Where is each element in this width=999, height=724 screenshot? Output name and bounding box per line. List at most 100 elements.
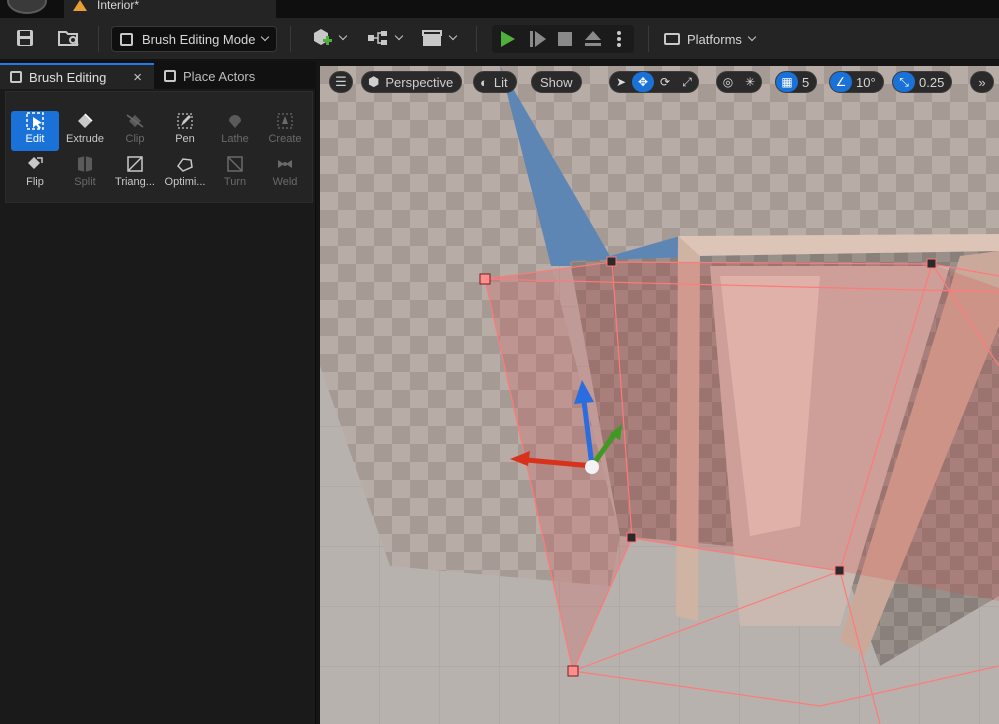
brush-mode-icon [120, 32, 133, 46]
toolbar-separator [98, 26, 99, 52]
blueprint-icon [367, 31, 387, 45]
turn-icon [211, 154, 259, 176]
cursor-icon [11, 111, 59, 133]
chevron-down-icon [261, 32, 270, 42]
tool-weld[interactable]: Weld [261, 154, 309, 194]
double-chevron-right-icon: » [978, 74, 986, 90]
lathe-icon [211, 111, 259, 133]
viewport-menu-button[interactable]: ☰ [329, 71, 353, 93]
warning-icon [73, 0, 87, 11]
brush-vertex[interactable] [606, 256, 617, 267]
brush-editing-panel: Brush Editing × Place Actors Edit Extrud… [0, 61, 316, 724]
translate-icon[interactable]: ✥ [632, 72, 654, 92]
grid-snap-value[interactable]: 5 [798, 75, 816, 90]
tool-lathe[interactable]: Lathe [211, 111, 259, 151]
viewport-more-button[interactable]: » [970, 71, 994, 93]
blueprints-button[interactable] [364, 24, 404, 52]
stop-icon[interactable] [558, 32, 572, 46]
scale-snap-icon[interactable]: ⤡ [893, 72, 915, 92]
tool-label: Lathe [221, 133, 249, 145]
brush-vertex[interactable] [479, 273, 491, 285]
content-browser-button[interactable] [56, 24, 82, 52]
eject-icon[interactable] [584, 29, 602, 47]
brush-vertex[interactable] [626, 532, 637, 543]
scale-snap-value[interactable]: 0.25 [915, 75, 951, 90]
chevron-down-icon [394, 31, 403, 41]
level-tab[interactable]: Interior* [64, 0, 276, 18]
lit-sphere-icon: ◐ [480, 74, 488, 90]
grid-snap-icon[interactable]: ▦ [776, 72, 798, 92]
hamburger-icon: ☰ [335, 74, 347, 89]
step-icon[interactable] [530, 31, 546, 47]
rotation-snap-value[interactable]: 10° [852, 75, 883, 90]
cinematics-button[interactable] [418, 24, 458, 52]
add-actor-button[interactable] [308, 24, 348, 52]
cube-icon: ⬢ [368, 74, 380, 89]
cube-add-icon [313, 29, 332, 45]
level-viewport[interactable]: ☰ ⬢ Perspective ◐ Lit Show ➤ ✥ ⟳ ⤢ ◎ ✳ ▦… [320, 66, 999, 724]
surface-snap-icon[interactable]: ✳ [739, 72, 761, 92]
place-actors-icon [164, 70, 176, 82]
tool-label: Extrude [66, 133, 104, 145]
view-mode-label: Perspective [385, 74, 454, 90]
scene-render[interactable] [320, 66, 999, 724]
folder-search-icon [58, 31, 79, 46]
play-icon[interactable] [501, 31, 515, 47]
mode-dropdown[interactable]: Brush Editing Mode [111, 26, 277, 52]
show-label: Show [540, 74, 573, 90]
clapperboard-icon [421, 30, 442, 46]
tool-label: Weld [272, 176, 298, 188]
rotate-icon[interactable]: ⟳ [654, 72, 676, 92]
optimize-icon [161, 154, 209, 176]
scale-icon[interactable]: ⤢ [676, 72, 698, 92]
panel-tabstrip: Brush Editing × Place Actors [0, 61, 316, 89]
clip-icon [111, 111, 159, 133]
tool-clip[interactable]: Clip [111, 111, 159, 151]
save-button[interactable] [12, 24, 38, 52]
close-icon[interactable]: × [133, 69, 142, 86]
coordinate-group: ◎ ✳ [716, 71, 762, 93]
rotation-snap-icon[interactable]: ∠ [830, 72, 852, 92]
brush-vertex[interactable] [567, 665, 579, 677]
unreal-logo-icon[interactable] [7, 0, 47, 14]
chevron-down-icon [747, 32, 757, 42]
tool-label: Edit [25, 133, 45, 145]
weld-icon [261, 154, 309, 176]
extrude-icon [61, 111, 109, 133]
toolbar-separator [290, 26, 291, 52]
tool-triangulate[interactable]: Triang... [111, 154, 159, 194]
perspective-button[interactable]: ⬢ Perspective [361, 71, 463, 93]
tool-create[interactable]: Create [261, 111, 309, 151]
chevron-down-icon [448, 31, 457, 41]
grid-snap-group[interactable]: ▦ 5 [775, 71, 818, 93]
tool-extrude[interactable]: Extrude [61, 111, 109, 151]
tool-optimize[interactable]: Optimi... [161, 154, 209, 194]
chevron-down-icon [338, 31, 347, 41]
save-icon [17, 30, 33, 46]
tab-brush-editing[interactable]: Brush Editing × [0, 63, 154, 89]
gizmo-center[interactable] [585, 460, 599, 474]
tab-place-actors[interactable]: Place Actors [160, 63, 310, 89]
tool-split[interactable]: Split [61, 154, 109, 194]
select-icon[interactable]: ➤ [610, 72, 632, 92]
world-space-icon[interactable]: ◎ [717, 72, 739, 92]
mode-label: Brush Editing Mode [142, 31, 256, 47]
brush-mode-icon [10, 71, 22, 83]
scale-snap-group[interactable]: ⤡ 0.25 [892, 71, 953, 93]
show-button[interactable]: Show [531, 71, 582, 93]
triangulate-icon [111, 154, 159, 176]
tool-turn[interactable]: Turn [211, 154, 259, 194]
more-options-icon[interactable] [617, 31, 621, 47]
main-toolbar: Brush Editing Mode Platforms [0, 18, 999, 60]
tool-flip[interactable]: Flip [11, 154, 59, 194]
tool-pen[interactable]: Pen [161, 111, 209, 151]
brush-vertex[interactable] [834, 565, 845, 576]
platforms-dropdown[interactable]: Platforms [664, 26, 757, 52]
tool-label: Clip [125, 133, 145, 145]
lit-button[interactable]: ◐ Lit [473, 71, 517, 93]
brush-vertex[interactable] [926, 258, 937, 269]
toolbar-separator [476, 26, 477, 52]
platforms-label: Platforms [687, 31, 742, 47]
rotation-snap-group[interactable]: ∠ 10° [829, 71, 884, 93]
tool-edit[interactable]: Edit [11, 111, 59, 151]
